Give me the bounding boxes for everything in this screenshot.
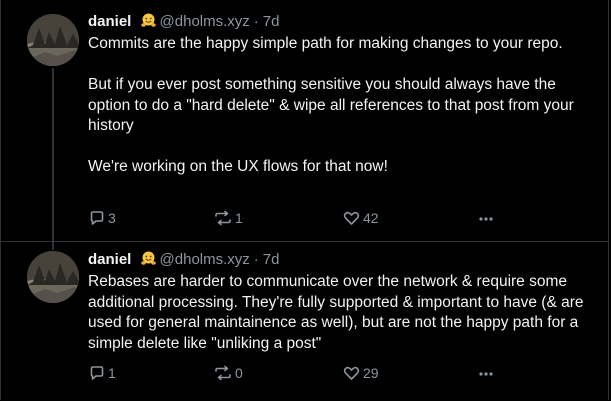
repost-count: 1	[235, 210, 243, 226]
speech-bubble-icon	[90, 211, 104, 225]
author-name[interactable]: daniel	[88, 251, 131, 268]
like-button[interactable]: 42	[343, 208, 379, 228]
post-text: Commits are the happy simple path for ma…	[88, 34, 588, 178]
feed-thread: daniel @dholms.xyz · 7d Commits are the ha…	[0, 0, 609, 400]
post[interactable]: daniel @dholms.xyz · 7d Commits are the ha…	[1, 0, 608, 241]
post[interactable]: daniel @dholms.xyz · 7d Rebases are harder…	[1, 241, 608, 401]
post-actions: 3 1 42	[89, 208, 508, 228]
reply-button[interactable]: 1	[89, 363, 116, 383]
ellipsis-icon	[479, 217, 493, 221]
avatar[interactable]	[27, 14, 79, 66]
repost-button[interactable]: 0	[214, 363, 243, 383]
post-timestamp[interactable]: 7d	[263, 13, 280, 30]
post-paragraph: But if you ever post something sensitive…	[88, 76, 574, 134]
more-options-button[interactable]	[477, 209, 495, 229]
post-paragraph: Rebases are harder to communicate over t…	[88, 273, 584, 352]
heart-icon	[343, 211, 360, 225]
repost-arrows-icon	[215, 365, 231, 381]
post-text: Rebases are harder to communicate over t…	[88, 272, 588, 354]
repost-arrows-icon	[215, 210, 231, 226]
like-count: 29	[363, 365, 379, 381]
thread-connector-line	[52, 68, 54, 241]
reply-count: 1	[108, 365, 116, 381]
post-paragraph: We're working on the UX flows for that n…	[88, 158, 388, 175]
hugging-face-emoji-icon	[140, 250, 157, 273]
hugging-face-emoji-icon	[140, 12, 157, 35]
reply-button[interactable]: 3	[89, 208, 116, 228]
post-paragraph: Commits are the happy simple path for ma…	[88, 35, 563, 52]
separator-dot: ·	[253, 13, 259, 30]
post-timestamp[interactable]: 7d	[263, 251, 280, 268]
avatar[interactable]	[27, 251, 79, 303]
repost-button[interactable]: 1	[214, 208, 243, 228]
author-name[interactable]: daniel	[88, 13, 131, 30]
post-actions: 1 0 29	[89, 363, 508, 383]
author-handle[interactable]: @dholms.xyz	[160, 251, 250, 268]
ellipsis-icon	[479, 372, 493, 376]
post-header: daniel @dholms.xyz · 7d	[88, 12, 588, 32]
reply-count: 3	[108, 210, 116, 226]
author-handle[interactable]: @dholms.xyz	[160, 13, 250, 30]
like-button[interactable]: 29	[343, 363, 379, 383]
separator-dot: ·	[253, 251, 259, 268]
repost-count: 0	[235, 365, 243, 381]
more-options-button[interactable]	[477, 364, 495, 384]
thread-connector-line	[52, 242, 54, 250]
heart-icon	[343, 366, 360, 380]
like-count: 42	[363, 210, 379, 226]
speech-bubble-icon	[90, 366, 104, 380]
post-header: daniel @dholms.xyz · 7d	[88, 250, 588, 270]
